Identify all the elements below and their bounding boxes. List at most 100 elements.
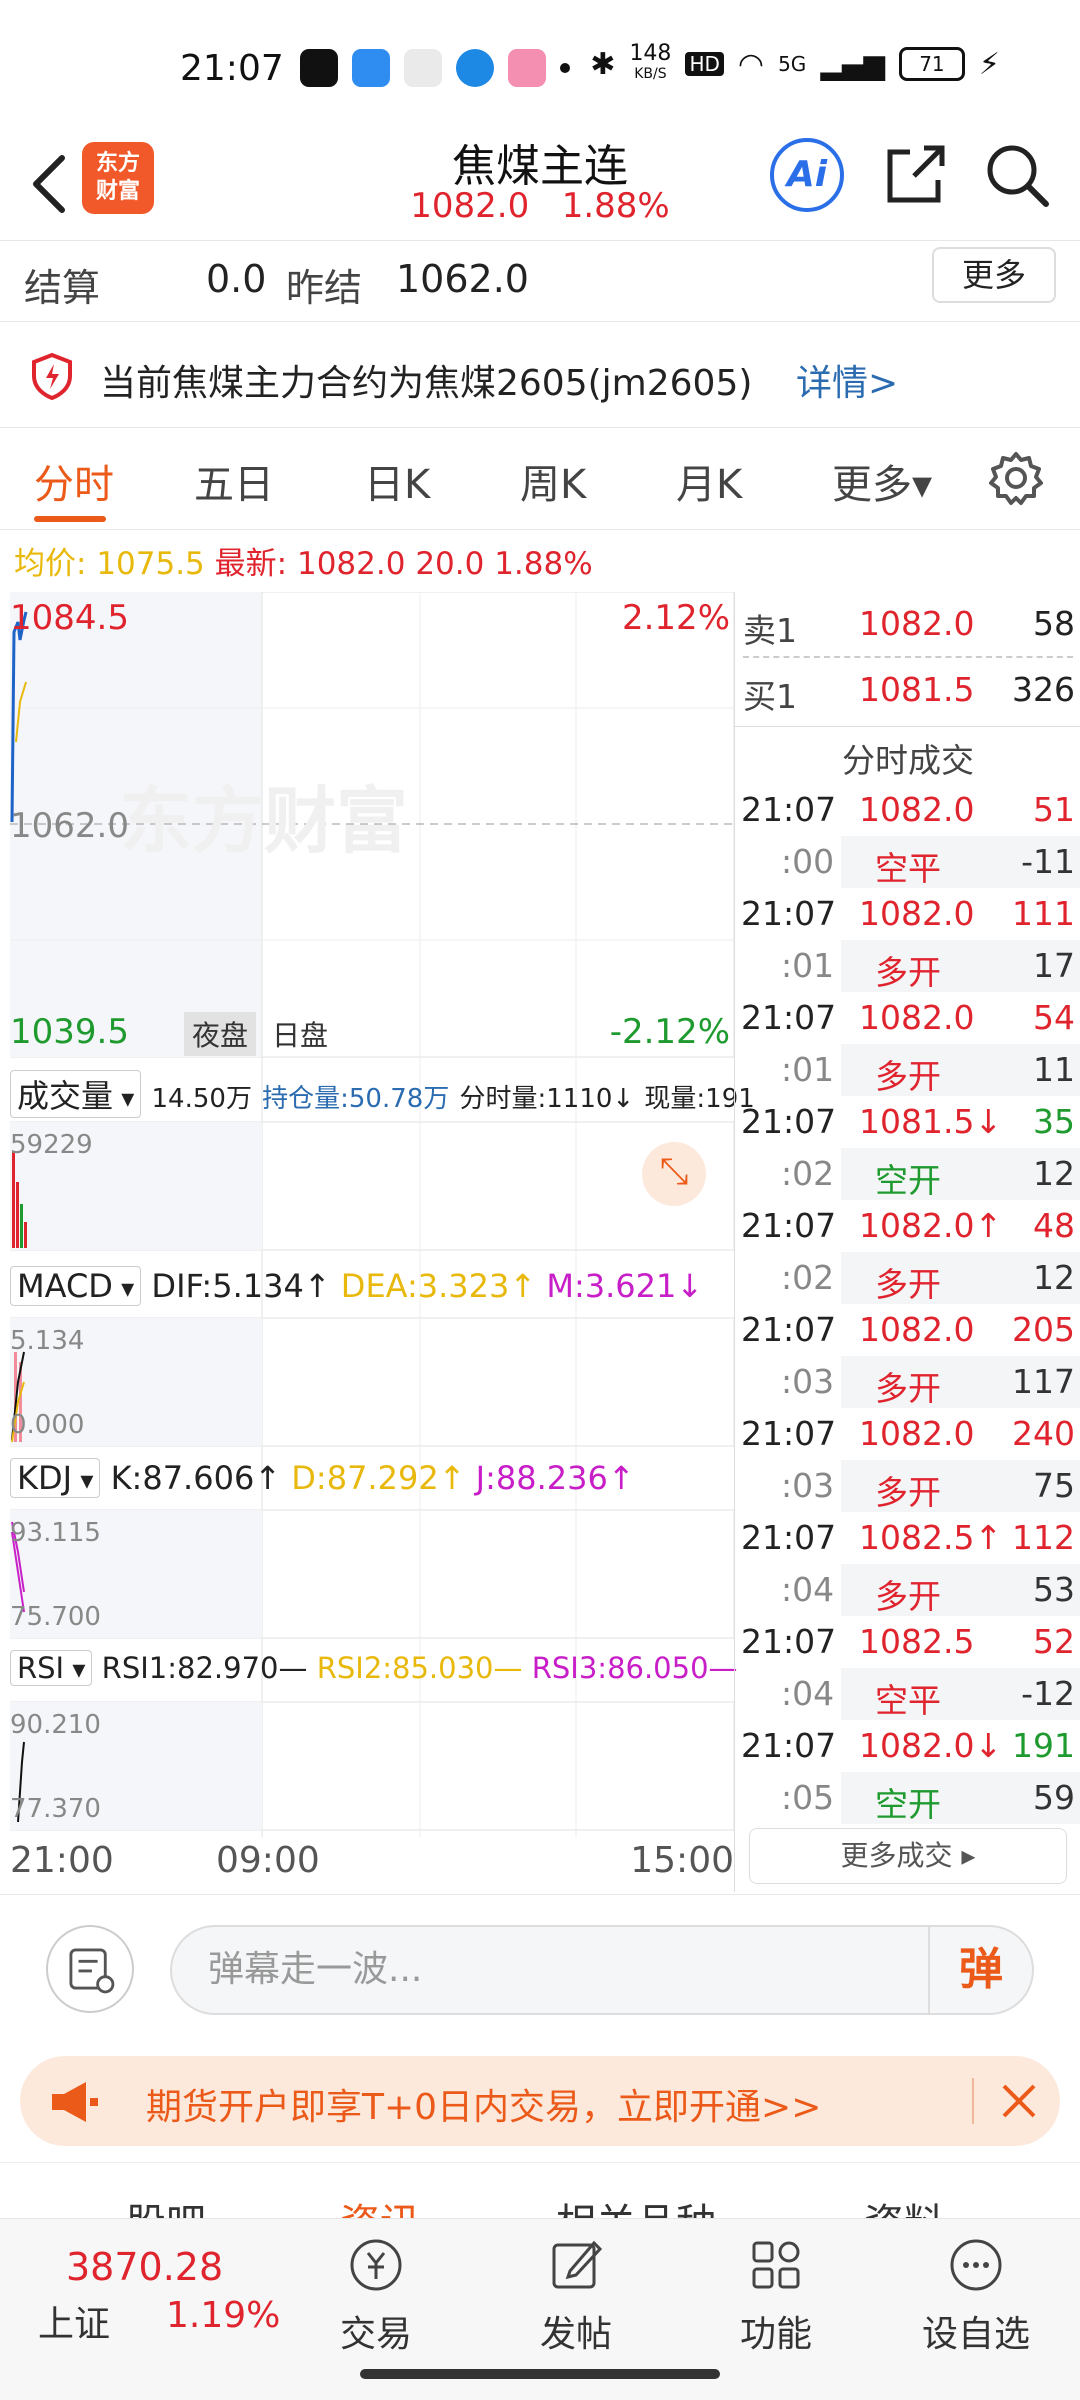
order-book-panel: 卖1 1082.0 58 买1 1081.5 326 分时成交 21:07 108…: [734, 592, 1080, 1892]
settle-label: 结算: [24, 266, 101, 310]
notice-detail-link[interactable]: 详情>: [796, 354, 898, 406]
trade-oi-change: 12: [1033, 1258, 1075, 1297]
rsi-dropdown[interactable]: RSI ▾: [10, 1650, 93, 1686]
trade-price: 1082.5↑: [859, 1518, 1003, 1557]
tab-five-day[interactable]: 五日: [194, 452, 274, 510]
nav-trade[interactable]: 交易: [306, 2233, 446, 2357]
kdj-k: K:87.606↑: [110, 1459, 282, 1497]
trade-price: 1082.0: [859, 998, 975, 1037]
share-icon[interactable]: [880, 138, 952, 210]
trade-time: 21:07: [741, 998, 837, 1037]
trade-time: 21:07: [741, 1206, 837, 1245]
tab-news[interactable]: 资讯: [340, 2191, 420, 2218]
trade-volume: 112: [1012, 1518, 1075, 1557]
trade-second: :05: [781, 1778, 835, 1817]
trade-detail-row: :04 空平 -12: [735, 1668, 1080, 1720]
index-ticker[interactable]: 3870.28 上证 1.19%: [0, 2219, 280, 2369]
trade-price: 1082.0↑: [859, 1206, 1003, 1245]
trade-price: 1082.5: [859, 1622, 975, 1661]
danmu-send-button[interactable]: 弹: [928, 1927, 1032, 2013]
tab-forum[interactable]: 股吧: [126, 2191, 206, 2218]
trade-price: 1082.0↓: [859, 1726, 1003, 1765]
trade-volume: 54: [1033, 998, 1075, 1037]
trade-row: 21:07 1082.0↓ 191: [735, 1720, 1080, 1772]
comment-settings-icon[interactable]: [46, 1925, 134, 2013]
trade-row: 21:07 1082.5 52: [735, 1616, 1080, 1668]
nav-functions[interactable]: 功能: [706, 2233, 846, 2357]
time-axis: 21:00 09:00 15:00: [10, 1838, 734, 1888]
volume-axis-label: 59229: [10, 1130, 93, 1160]
close-icon[interactable]: [988, 2070, 1050, 2132]
rsi-bottom-label: 77.370: [10, 1794, 101, 1824]
bid-volume: 326: [1012, 670, 1075, 709]
trade-type: 空开: [875, 1785, 941, 1824]
search-icon[interactable]: [980, 138, 1052, 210]
trade-second: :02: [781, 1258, 835, 1297]
trade-type: 多开: [875, 1577, 941, 1616]
more-trades-button[interactable]: 更多成交 ▸: [749, 1828, 1067, 1884]
header: 东方 财富 焦煤主连 1082.0 1.88% Ai: [0, 130, 1080, 240]
trade-type: 多开: [875, 1265, 941, 1304]
ai-assistant-button[interactable]: Ai: [770, 138, 844, 212]
status-time: 21:07: [180, 48, 284, 89]
trade-volume: 205: [1012, 1310, 1075, 1349]
minute-volume: 分时量:1110↓: [459, 1084, 635, 1114]
trade-detail-row: :01 多开 17: [735, 940, 1080, 992]
rsi-2: RSI2:85.030—: [316, 1651, 523, 1685]
notification-icons: [300, 48, 570, 88]
tab-related[interactable]: 相关品种: [556, 2191, 716, 2218]
tab-weekly-k[interactable]: 周K: [520, 452, 586, 510]
trade-type: 多开: [875, 953, 941, 992]
shield-alert-icon: [32, 352, 72, 400]
kdj-dropdown[interactable]: KDJ ▾: [10, 1458, 101, 1498]
gear-icon[interactable]: [986, 448, 1046, 508]
trade-oi-change: 59: [1033, 1778, 1075, 1817]
volume-dropdown[interactable]: 成交量 ▾: [10, 1070, 142, 1118]
nav-post[interactable]: 发帖: [506, 2233, 646, 2357]
bid-row: 买1 1081.5 326: [735, 664, 1080, 716]
expand-icon[interactable]: ⤡: [642, 1142, 706, 1206]
trade-detail-row: :01 多开 11: [735, 1044, 1080, 1096]
trade-oi-change: -12: [1021, 1674, 1075, 1713]
chart-period-tabs: 分时 五日 日K 周K 月K 更多▾: [0, 428, 1080, 530]
trade-oi-change: 12: [1033, 1154, 1075, 1193]
latest-value: 1082.0: [296, 546, 406, 582]
trade-detail-row: :02 多开 12: [735, 1252, 1080, 1304]
promo-banner[interactable]: 期货开户即享T+0日内交易，立即开通>>: [20, 2056, 1060, 2146]
danmu-input[interactable]: 弹幕走一波...: [170, 1925, 1034, 2015]
night-session-tag[interactable]: 夜盘: [184, 1012, 257, 1056]
trade-time: 21:07: [741, 1518, 837, 1557]
avg-value: 1075.5: [96, 546, 205, 582]
hd-icon: HD: [685, 52, 724, 76]
chevron-down-icon: ▾: [64, 1655, 86, 1685]
chevron-down-icon: ▾: [112, 1274, 135, 1304]
day-session-tag[interactable]: 日盘: [266, 1012, 334, 1056]
content-tabs: 股吧 资讯 相关品种 资料: [0, 2162, 1080, 2218]
grid-icon: [752, 2241, 800, 2289]
tab-intraday[interactable]: 分时: [34, 452, 114, 510]
nav-add-watchlist[interactable]: 设自选: [906, 2233, 1046, 2357]
macd-dropdown[interactable]: MACD ▾: [10, 1266, 142, 1306]
trade-detail-row: :00 空平 -11: [735, 836, 1080, 888]
trade-volume: 191: [1012, 1726, 1075, 1765]
tab-daily-k[interactable]: 日K: [364, 452, 430, 510]
trade-detail-row: :02 空开 12: [735, 1148, 1080, 1200]
watermark: 东方财富: [120, 779, 409, 863]
trade-row: 21:07 1082.0 240: [735, 1408, 1080, 1460]
trade-time: 21:07: [741, 1414, 837, 1453]
intraday-chart[interactable]: 东方财富 1084.5 2.12% 1062.0 1039.5 -2.12% 夜…: [10, 592, 755, 1842]
tab-more[interactable]: 更多▾: [832, 452, 932, 510]
trade-oi-change: 117: [1012, 1362, 1075, 1401]
trade-oi-change: 53: [1033, 1570, 1075, 1609]
tab-monthly-k[interactable]: 月K: [676, 452, 742, 510]
main-contract-notice[interactable]: 当前焦煤主力合约为焦煤2605(jm2605) 详情>: [0, 322, 1080, 428]
axis-mid: 09:00: [216, 1840, 320, 1881]
macd-top-label: 5.134: [10, 1326, 85, 1356]
trade-type: 多开: [875, 1473, 941, 1512]
rsi-3: RSI3:86.050—: [531, 1651, 738, 1685]
bid-label: 买1: [743, 677, 797, 716]
notice-text: 当前焦煤主力合约为焦煤2605(jm2605): [100, 363, 753, 404]
tab-profile[interactable]: 资料: [864, 2191, 944, 2218]
more-quote-button[interactable]: 更多: [932, 247, 1056, 303]
header-change-pct: 1.88%: [561, 186, 670, 226]
